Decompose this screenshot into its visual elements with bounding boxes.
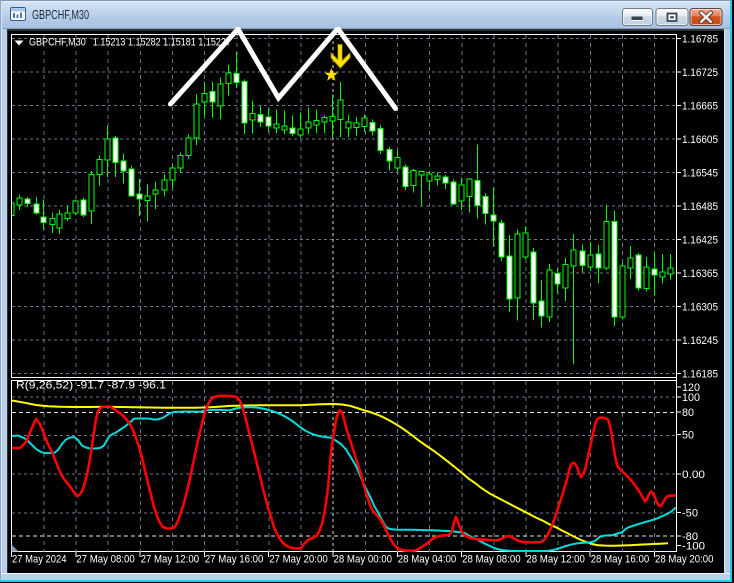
svg-text:1.16185: 1.16185 xyxy=(682,368,718,380)
svg-text:-50: -50 xyxy=(682,507,698,519)
svg-text:27 May 20:00: 27 May 20:00 xyxy=(269,554,328,566)
svg-text:1.16545: 1.16545 xyxy=(682,168,718,180)
svg-text:1.16605: 1.16605 xyxy=(682,134,718,146)
svg-text:-100: -100 xyxy=(682,540,705,552)
svg-text:1.16305: 1.16305 xyxy=(682,301,718,313)
svg-text:1.16725: 1.16725 xyxy=(682,67,718,79)
svg-text:1.16785: 1.16785 xyxy=(682,34,718,46)
svg-text:27 May 08:00: 27 May 08:00 xyxy=(76,554,135,566)
svg-text:1.16365: 1.16365 xyxy=(682,268,718,280)
svg-text:28 May 20:00: 28 May 20:00 xyxy=(655,554,714,566)
svg-text:27 May 2024: 27 May 2024 xyxy=(12,554,67,566)
svg-text:27 May 16:00: 27 May 16:00 xyxy=(205,554,264,566)
svg-text:28 May 00:00: 28 May 00:00 xyxy=(334,554,393,566)
svg-text:1.16665: 1.16665 xyxy=(682,101,718,113)
svg-text:0.00: 0.00 xyxy=(682,469,705,481)
svg-text:80: 80 xyxy=(682,407,694,419)
svg-text:GBPCHF,M30: GBPCHF,M30 xyxy=(32,8,89,22)
svg-text:GBPCHF,M30 1.15213 1.15282 1.: GBPCHF,M30 1.15213 1.15282 1.15181 1.152… xyxy=(29,37,231,49)
svg-text:1.16245: 1.16245 xyxy=(682,335,718,347)
svg-text:28 May 08:00: 28 May 08:00 xyxy=(462,554,520,566)
svg-text:R(9,26,52) -91.7 -87.9 -96.1: R(9,26,52) -91.7 -87.9 -96.1 xyxy=(16,380,166,392)
svg-text:27 May 12:00: 27 May 12:00 xyxy=(141,554,200,566)
svg-text:28 May 16:00: 28 May 16:00 xyxy=(591,554,650,566)
svg-text:100: 100 xyxy=(682,392,700,404)
svg-text:1.16425: 1.16425 xyxy=(682,235,718,247)
svg-text:28 May 04:00: 28 May 04:00 xyxy=(398,554,457,566)
svg-text:50: 50 xyxy=(682,430,694,442)
svg-text:28 May 12:00: 28 May 12:00 xyxy=(526,554,585,566)
svg-text:1.16485: 1.16485 xyxy=(682,201,718,213)
